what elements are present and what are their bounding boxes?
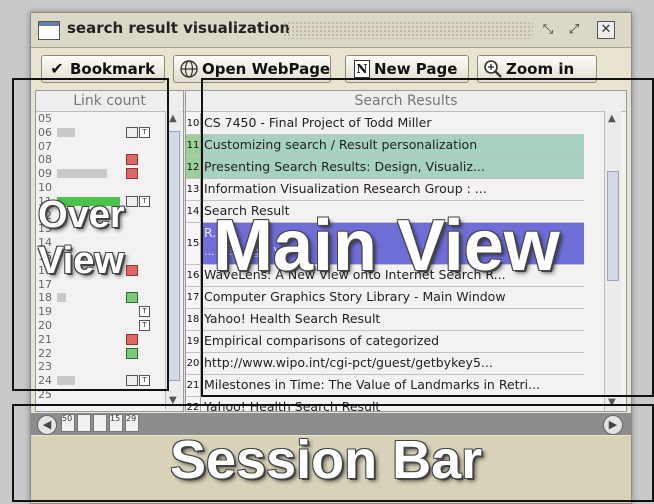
main-view-overlay-label: Main View (213, 206, 560, 286)
scroll-up-icon[interactable]: ▲ (169, 113, 177, 124)
overview-overlay-label: Over View (38, 194, 125, 282)
result-row-number: 10 (186, 113, 201, 134)
result-row-number: 12 (186, 157, 201, 178)
result-row-number: 14 (186, 201, 201, 222)
window-title: search result visualization (67, 19, 291, 37)
result-row-number: 17 (186, 287, 201, 308)
checkmark-icon: ✔ (50, 59, 64, 78)
title-bar: search result visualization ⤡ ⤢ ✕ (31, 13, 631, 48)
window-app-icon (38, 21, 60, 40)
session-bar-overlay-label: Session Bar (170, 430, 483, 490)
title-drag-region[interactable] (283, 21, 533, 39)
result-row-number: 18 (186, 309, 201, 330)
new-page-icon: N (354, 60, 370, 78)
result-row-number: 13 (186, 179, 201, 200)
minimize-icon[interactable]: ⤡ (539, 21, 557, 39)
maximize-icon[interactable]: ⤢ (565, 21, 583, 39)
result-row-number: 15 (186, 223, 201, 264)
zoom-in-icon (483, 59, 503, 79)
globe-icon (179, 59, 199, 79)
overview-scroll-thumb[interactable] (168, 131, 180, 381)
result-row-number: 11 (186, 135, 201, 156)
new-page-label: New Page (374, 60, 458, 78)
result-row-number: 16 (186, 265, 201, 286)
bookmark-label: Bookmark (70, 60, 156, 78)
result-row-number: 20 (186, 353, 201, 374)
zoom-in-label: Zoom in (506, 60, 575, 78)
result-row-number: 21 (186, 375, 201, 396)
open-webpage-label: Open WebPage (202, 60, 331, 78)
close-button[interactable]: ✕ (597, 21, 615, 39)
result-row-number: 19 (186, 331, 201, 352)
